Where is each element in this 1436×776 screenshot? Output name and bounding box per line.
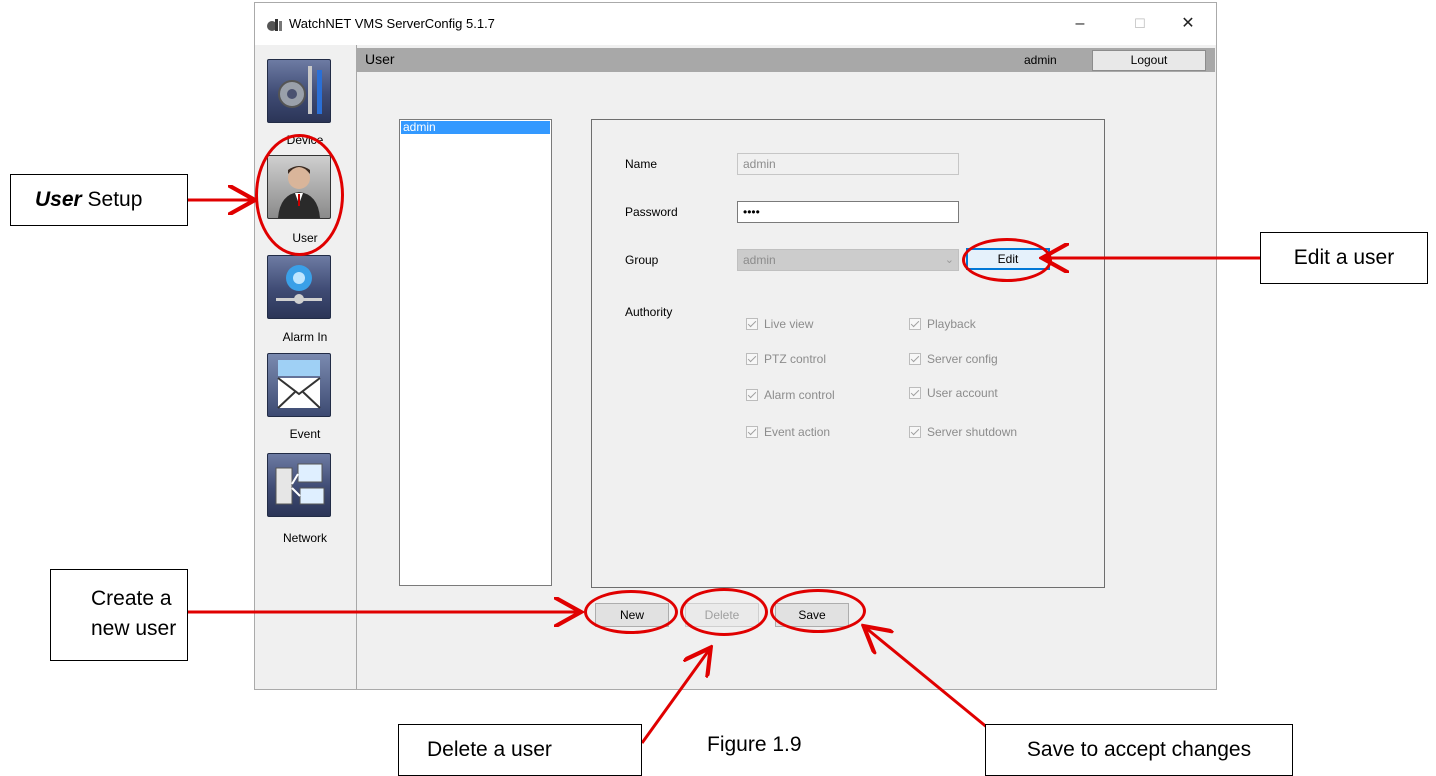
callout-create-line2: new user [91, 617, 177, 640]
highlight-ring-new [584, 590, 678, 634]
highlight-ring-save [770, 589, 866, 633]
highlight-ring-user [255, 134, 344, 256]
annotation-arrows [187, 0, 1260, 744]
highlight-ring-delete [680, 588, 768, 636]
callout-create-user: Create a new user [50, 569, 188, 661]
callout-user-setup: User Setup [10, 174, 188, 226]
callout-user-rest: Setup [81, 188, 143, 211]
highlight-ring-edit [962, 238, 1052, 282]
arrow-delete-user [640, 650, 709, 744]
figure-caption: Figure 1.9 [707, 733, 802, 756]
callout-create-line1: Create a [91, 587, 172, 610]
callout-edit-user: Edit a user [1260, 232, 1428, 284]
callout-user-emphasis: User [35, 188, 82, 211]
callout-delete-user: Delete a user [398, 724, 642, 776]
callout-save-changes: Save to accept changes [985, 724, 1293, 776]
